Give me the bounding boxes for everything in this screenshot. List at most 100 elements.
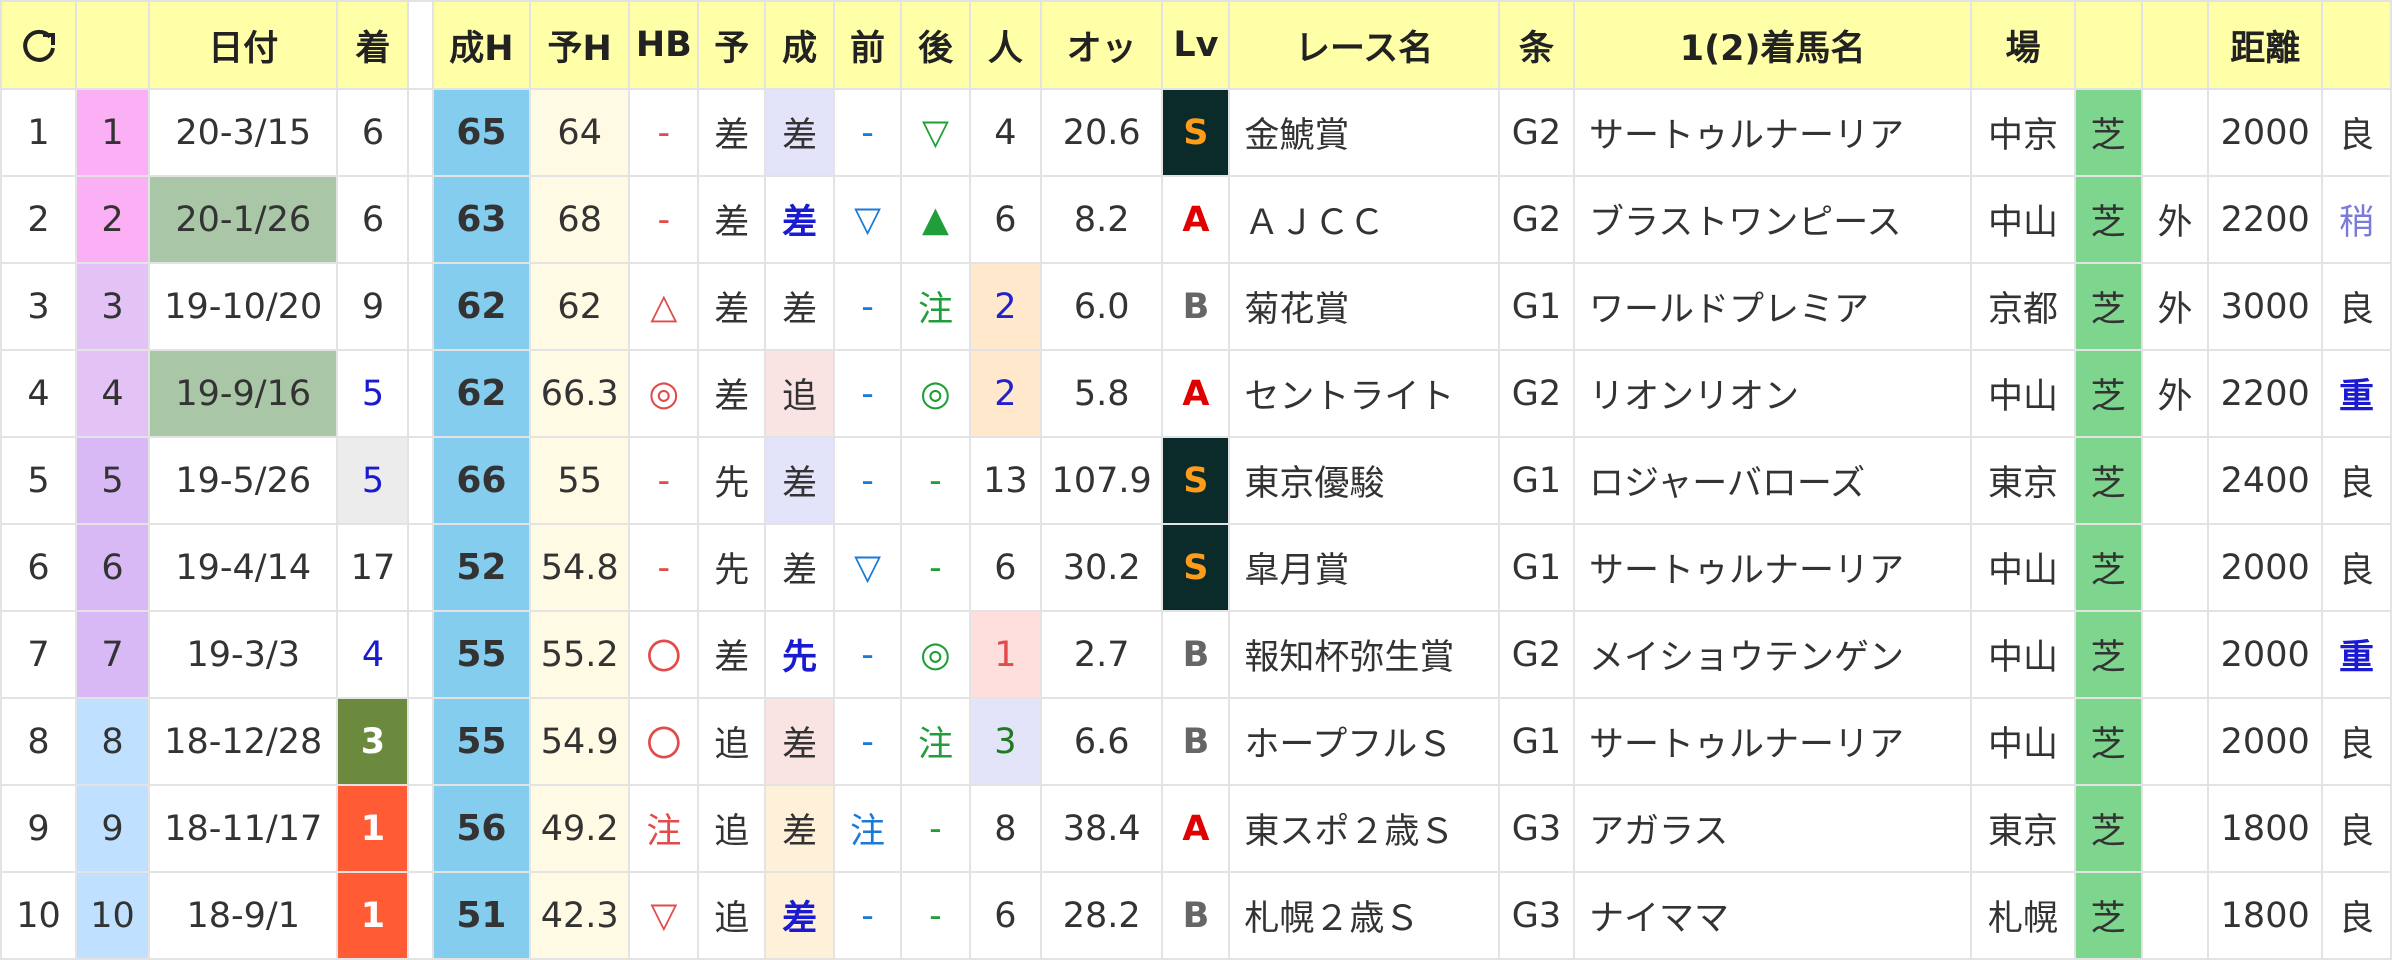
header-winner[interactable]: 1(2)着馬名 (1572, 0, 1973, 90)
gap-cell (407, 697, 434, 786)
mae-cell: ▽ (833, 523, 902, 612)
table-row[interactable]: 3 3 19-10/20 9 62 62 △ 差差 - 注 2 6.0 B 菊花賞 G1 ワールドプレミア 京都… (0, 262, 2392, 351)
yoso-cell: 差 (697, 88, 767, 177)
date-cell: 20-3/15 (147, 88, 339, 177)
dist-cell: 3000 (2207, 262, 2323, 351)
winner-cell[interactable]: サートゥルナーリア (1572, 88, 1973, 177)
row-number-cell: 6 (0, 523, 77, 612)
header-odds[interactable]: オッ (1039, 0, 1164, 90)
ato-cell: - (899, 523, 971, 612)
refresh-icon[interactable] (19, 26, 59, 66)
race-name-cell[interactable]: 菊花賞 (1228, 262, 1500, 351)
winner-cell[interactable]: ワールドプレミア (1572, 262, 1973, 351)
venue-cell: 中山 (1970, 610, 2076, 699)
yoso-cell: 差 (697, 610, 767, 699)
baba-cell: 良 (2320, 523, 2392, 612)
header-mae[interactable]: 前 (833, 0, 902, 90)
cond-cell: G1 (1497, 436, 1575, 525)
refresh-button[interactable] (0, 0, 77, 90)
sei-cell: 差 (764, 262, 836, 351)
header-rank[interactable]: 着 (336, 0, 410, 90)
cond-cell: G1 (1497, 697, 1575, 786)
header-frame (75, 0, 150, 90)
hb-cell: - (628, 436, 700, 525)
race-name-cell[interactable]: ホープフルＳ (1228, 697, 1500, 786)
inout-cell (2140, 871, 2210, 960)
race-name-cell[interactable]: ＡＪＣＣ (1228, 175, 1500, 264)
baba-cell: 良 (2320, 871, 2392, 960)
race-name-cell[interactable]: 金鯱賞 (1228, 88, 1500, 177)
pop-cell: 6 (968, 175, 1042, 264)
gap-cell (407, 871, 434, 960)
race-name-cell[interactable]: セントライト (1228, 349, 1500, 438)
table-row[interactable]: 9 9 18-11/17 1 56 49.2 注追差注 -8 38.4 A 東スポ２歳Ｓ G3 アガラス… (0, 784, 2392, 873)
table-row[interactable]: 6 6 19-4/14 17 52 54.8- 先差 ▽ -6 30.2 S 皐月賞 G1 サートゥルナー… (0, 523, 2392, 612)
hb-cell: ◎ (628, 349, 700, 438)
winner-cell[interactable]: アガラス (1572, 784, 1973, 873)
odds-cell: 8.2 (1039, 175, 1164, 264)
winner-cell[interactable]: ブラストワンピース (1572, 175, 1973, 264)
table-row[interactable]: 8 8 18-12/28 3 55 54.9 〇追差 - 注 3 6.6 B ホープフルＳ G1 サートゥル… (0, 697, 2392, 786)
header-hb[interactable]: HB (628, 0, 700, 90)
date-cell: 20-1/26 (147, 175, 339, 264)
lv-cell: S (1161, 523, 1231, 612)
rank-cell: 5 (336, 349, 410, 438)
race-name-cell[interactable]: 皐月賞 (1228, 523, 1500, 612)
sei-cell: 差 (764, 871, 836, 960)
frame-cell: 1 (75, 88, 150, 177)
yoso-h-cell: 66.3 (529, 349, 631, 438)
header-pop[interactable]: 人 (968, 0, 1042, 90)
yoso-h-cell: 55 (529, 436, 631, 525)
yoso-cell: 先 (697, 436, 767, 525)
cond-cell: G2 (1497, 88, 1575, 177)
winner-cell[interactable]: リオンリオン (1572, 349, 1973, 438)
gap-cell (407, 262, 434, 351)
ato-cell: ▲ (899, 175, 971, 264)
pop-cell: 4 (968, 88, 1042, 177)
table-row[interactable]: 4 4 19-9/16 5 62 66.3 ◎ 差追 - ◎ 2 5.8 A セントライト G2 リオンリオン… (0, 349, 2392, 438)
header-seiseki-h[interactable]: 成H (431, 0, 532, 90)
race-name-cell[interactable]: 東京優駿 (1228, 436, 1500, 525)
header-date[interactable]: 日付 (147, 0, 339, 90)
inout-cell (2140, 784, 2210, 873)
header-dist[interactable]: 距離 (2207, 0, 2323, 90)
header-cond[interactable]: 条 (1497, 0, 1575, 90)
rank-cell: 17 (336, 523, 410, 612)
cond-cell: G1 (1497, 262, 1575, 351)
ato-cell: ▽ (899, 88, 971, 177)
dist-cell: 2000 (2207, 697, 2323, 786)
yoso-h-cell: 54.8 (529, 523, 631, 612)
header-yoso-h[interactable]: 予H (529, 0, 631, 90)
odds-cell: 28.2 (1039, 871, 1164, 960)
seiseki-h-cell: 51 (431, 871, 532, 960)
gap-cell (407, 349, 434, 438)
frame-cell: 2 (75, 175, 150, 264)
winner-cell[interactable]: ナイママ (1572, 871, 1973, 960)
winner-cell[interactable]: メイショウテンゲン (1572, 610, 1973, 699)
winner-cell[interactable]: サートゥルナーリア (1572, 697, 1973, 786)
winner-cell[interactable]: サートゥルナーリア (1572, 523, 1973, 612)
race-name-cell[interactable]: 札幌２歳Ｓ (1228, 871, 1500, 960)
race-name-cell[interactable]: 報知杯弥生賞 (1228, 610, 1500, 699)
header-ato[interactable]: 後 (899, 0, 971, 90)
inout-cell (2140, 610, 2210, 699)
lv-cell: B (1161, 262, 1231, 351)
table-row[interactable]: 10 10 18-9/1 1 51 42.3 ▽ 追差 - -6 28.2 B 札幌２歳Ｓ G3 ナイママ札… (0, 871, 2392, 960)
header-lv[interactable]: Lv (1161, 0, 1231, 90)
table-row[interactable]: 5 5 19-5/26 5 66 55- 先差 - -13 107.9 S 東京優駿 G1 ロジャーバロー… (0, 436, 2392, 525)
header-race[interactable]: レース名 (1228, 0, 1500, 90)
header-yoso[interactable]: 予 (697, 0, 767, 90)
yoso-cell: 先 (697, 523, 767, 612)
table-row[interactable]: 7 7 19-3/3 4 55 55.2 〇差先 - ◎ 1 2.7 B 報知杯弥生賞 G2 メイショウテン… (0, 610, 2392, 699)
hb-cell: - (628, 175, 700, 264)
table-row[interactable]: 1 1 20-3/15 6 65 64- 差差 - ▽ 4 20.6 S 金鯱賞 G2 サートゥルナーリア中… (0, 88, 2392, 177)
track-cell: 芝 (2073, 610, 2143, 699)
odds-cell: 2.7 (1039, 610, 1164, 699)
lv-cell: A (1161, 349, 1231, 438)
winner-cell[interactable]: ロジャーバローズ (1572, 436, 1973, 525)
mae-cell: ▽ (833, 175, 902, 264)
header-sei[interactable]: 成 (764, 0, 836, 90)
race-name-cell[interactable]: 東スポ２歳Ｓ (1228, 784, 1500, 873)
table-row[interactable]: 2 2 20-1/26 6 63 68- 差差 ▽ ▲ 6 8.2 A ＡＪＣＣ G2 ブラストワンピース中… (0, 175, 2392, 264)
header-venue[interactable]: 場 (1970, 0, 2076, 90)
